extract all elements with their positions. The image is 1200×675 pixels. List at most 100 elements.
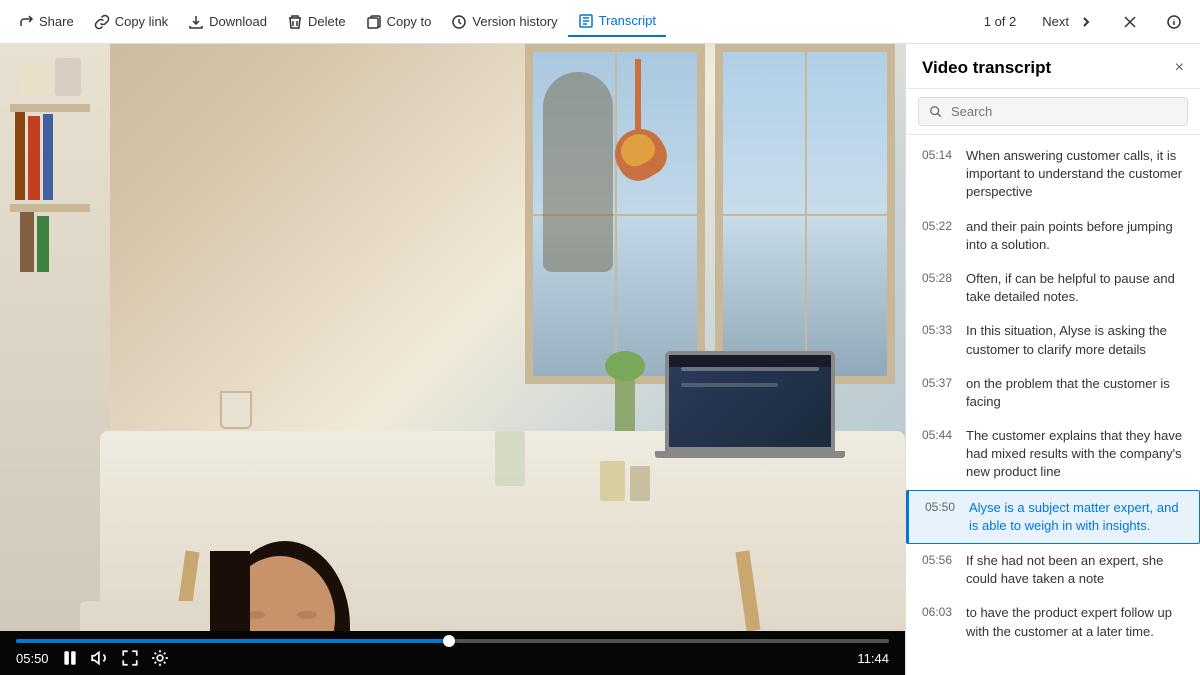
download-button[interactable]: Download: [178, 8, 277, 36]
close-icon: [1122, 14, 1138, 30]
video-background: [0, 44, 905, 631]
entry-text: In this situation, Alyse is asking the c…: [966, 322, 1184, 358]
entry-time: 05:56: [922, 552, 956, 588]
person-eye-right: [297, 611, 317, 619]
info-icon: [1166, 14, 1182, 30]
book-5: [37, 216, 49, 272]
entry-text: to have the product expert follow up wit…: [966, 604, 1184, 640]
copy-to-label: Copy to: [387, 14, 432, 29]
book-1: [15, 112, 25, 200]
transcript-entry[interactable]: 05:28 Often, if can be helpful to pause a…: [906, 262, 1200, 314]
next-button[interactable]: Next: [1028, 8, 1104, 36]
entry-text: and their pain points before jumping int…: [966, 218, 1184, 254]
copy-link-button[interactable]: Copy link: [84, 8, 178, 36]
entry-text: Alyse is a subject matter expert, and is…: [969, 499, 1183, 535]
transcript-entry[interactable]: 05:37on the problem that the customer is…: [906, 367, 1200, 419]
info-button[interactable]: [1156, 8, 1192, 36]
video-section: 05:50: [0, 44, 905, 675]
transcript-entries-list: 05:14When answering customer calls, it i…: [906, 135, 1200, 675]
progress-fill: [16, 639, 449, 643]
search-box[interactable]: [918, 97, 1188, 126]
settings-button[interactable]: [151, 649, 169, 667]
toolbar-right: 1 of 2 Next: [980, 8, 1192, 36]
entry-text: If she had not been an expert, she could…: [966, 552, 1184, 588]
share-button[interactable]: Share: [8, 8, 84, 36]
progress-bar[interactable]: [16, 639, 889, 643]
laptop-base: [655, 451, 845, 458]
transcript-entry[interactable]: 05:33In this situation, Alyse is asking …: [906, 314, 1200, 366]
transcript-entry[interactable]: 05:50Alyse is a subject matter expert, a…: [906, 490, 1200, 544]
transcript-label: Transcript: [599, 13, 656, 28]
lamp-pole: [635, 59, 641, 139]
transcript-icon: [578, 13, 594, 29]
entry-time: 05:28: [922, 270, 956, 306]
pagination-text: 1 of 2: [980, 14, 1021, 29]
video-frame: [0, 44, 905, 631]
box-1: [20, 64, 50, 96]
fullscreen-icon: [121, 649, 139, 667]
copy-to-button[interactable]: Copy to: [356, 8, 442, 36]
box-2: [55, 58, 81, 96]
laptop-screen-bg: [669, 367, 831, 451]
search-input[interactable]: [951, 104, 1177, 119]
laptop-area: [665, 351, 845, 458]
next-label: Next: [1038, 14, 1073, 29]
entry-time: 05:44: [922, 427, 956, 482]
pause-button[interactable]: [61, 649, 79, 667]
search-icon: [929, 105, 943, 119]
chevron-right-icon: [1078, 14, 1094, 30]
delete-label: Delete: [308, 14, 346, 29]
share-icon: [18, 14, 34, 30]
tree-silhouette: [543, 72, 613, 272]
progress-thumb: [443, 635, 455, 647]
controls-row: 05:50: [16, 649, 889, 667]
mug: [220, 391, 252, 429]
window-right: [715, 44, 895, 384]
lamp-glow: [615, 128, 659, 171]
share-label: Share: [39, 14, 74, 29]
shelf-2: [10, 204, 90, 212]
entry-text: The customer explains that they have had…: [966, 427, 1184, 482]
download-label: Download: [209, 14, 267, 29]
shelf-1: [10, 104, 90, 112]
transcript-header: Video transcript ×: [906, 44, 1200, 89]
plant-stem: [615, 371, 635, 431]
window-divider-rh: [723, 214, 887, 216]
desk-leg-2: [736, 550, 761, 631]
lamp-head: [606, 120, 674, 188]
entry-time: 06:03: [922, 604, 956, 640]
transcript-close-button[interactable]: ×: [1175, 59, 1184, 77]
transcript-entry[interactable]: 05:14When answering customer calls, it i…: [906, 139, 1200, 210]
desk-item-jar: [495, 431, 525, 486]
version-history-label: Version history: [472, 14, 557, 29]
pause-icon: [61, 649, 79, 667]
copy-to-icon: [366, 14, 382, 30]
close-toolbar-button[interactable]: [1112, 8, 1148, 36]
transcript-entry[interactable]: 05:44 The customer explains that they hav…: [906, 419, 1200, 490]
lamp: [615, 59, 665, 179]
fullscreen-button[interactable]: [121, 649, 139, 667]
person-hair-side: [210, 551, 250, 631]
transcript-entry[interactable]: 05:56 If she had not been an expert, she …: [906, 544, 1200, 596]
transcript-search-area: [906, 89, 1200, 135]
history-icon: [451, 14, 467, 30]
transcript-title: Video transcript: [922, 58, 1051, 78]
transcript-button[interactable]: Transcript: [568, 7, 666, 37]
entry-text: Often, if can be helpful to pause and ta…: [966, 270, 1184, 306]
version-history-button[interactable]: Version history: [441, 8, 567, 36]
entry-text: on the problem that the customer is faci…: [966, 375, 1184, 411]
book-2: [28, 116, 40, 200]
transcript-entry[interactable]: 05:22and their pain points before jumpin…: [906, 210, 1200, 262]
transcript-entry[interactable]: 06:03 to have the product expert follow u…: [906, 596, 1200, 648]
desk-item-book: [600, 461, 625, 501]
screen-line1: [681, 367, 819, 371]
delete-button[interactable]: Delete: [277, 8, 356, 36]
mute-button[interactable]: [91, 649, 109, 667]
plant-top: [605, 351, 645, 381]
volume-icon: [91, 649, 109, 667]
link-icon: [94, 14, 110, 30]
desk-item-book2: [630, 466, 650, 501]
download-icon: [188, 14, 204, 30]
time-current: 05:50: [16, 651, 49, 666]
trash-icon: [287, 14, 303, 30]
